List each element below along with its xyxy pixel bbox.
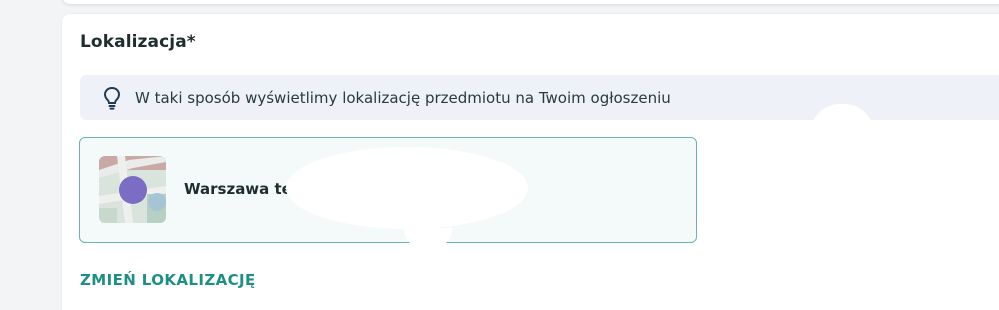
map-thumbnail-icon bbox=[99, 156, 166, 223]
page: Lokalizacja* W taki sposób wyświetlimy l… bbox=[0, 0, 999, 310]
section-title: Lokalizacja* bbox=[80, 32, 196, 52]
info-banner-text: W taki sposób wyświetlimy lokalizację pr… bbox=[135, 88, 671, 107]
lightbulb-icon bbox=[101, 85, 123, 111]
previous-section-card bbox=[62, 0, 999, 4]
change-location-link[interactable]: ZMIEŃ LOKALIZACJĘ bbox=[80, 271, 256, 289]
redaction-blob bbox=[286, 147, 528, 229]
location-name: Warszawa tel bbox=[184, 180, 297, 198]
location-section: Lokalizacja* W taki sposób wyświetlimy l… bbox=[62, 14, 999, 310]
